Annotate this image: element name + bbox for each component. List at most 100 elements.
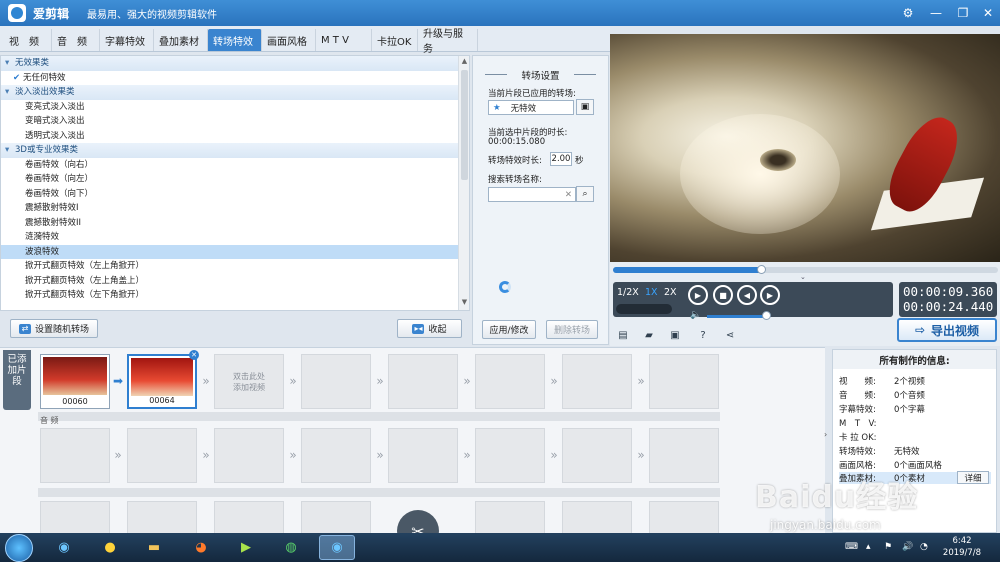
effect-item[interactable]: 变亮式淡入淡出 bbox=[1, 100, 459, 115]
audio-slot[interactable] bbox=[388, 428, 458, 483]
clear-icon[interactable]: ✕ bbox=[565, 190, 572, 200]
scroll-thumb[interactable] bbox=[461, 70, 468, 180]
detail-button[interactable]: 详细 bbox=[957, 471, 989, 484]
cube-icon[interactable]: ▣ bbox=[576, 99, 594, 115]
tab-transition[interactable]: 转场特效 bbox=[208, 29, 262, 51]
effect-item[interactable]: 掀开式翻页特效（左上角盖上） bbox=[1, 274, 459, 289]
tab-style[interactable]: 画面风格 bbox=[262, 29, 316, 51]
speed-1x-button[interactable]: 1X bbox=[645, 287, 658, 298]
transition-arrow-icon[interactable]: ➡ bbox=[112, 375, 124, 387]
empty-slot[interactable] bbox=[475, 501, 545, 534]
save-icon[interactable]: ▣ bbox=[668, 329, 682, 341]
close-button[interactable]: ✕ bbox=[977, 3, 999, 23]
flag-icon[interactable]: ⚑ bbox=[884, 542, 892, 552]
empty-slot[interactable] bbox=[649, 354, 719, 409]
collapse-button[interactable]: ▸◂ 收起 bbox=[397, 319, 462, 338]
seek-handle[interactable] bbox=[756, 265, 766, 274]
browser-icon[interactable]: ◍ bbox=[273, 535, 309, 560]
effect-item[interactable]: 卷画特效（向下） bbox=[1, 187, 459, 202]
remove-clip-icon[interactable]: ✕ bbox=[189, 350, 199, 360]
chevron-right-icon[interactable]: › bbox=[824, 430, 831, 439]
empty-slot[interactable] bbox=[40, 501, 110, 534]
volume-handle[interactable] bbox=[762, 311, 771, 320]
tab-overlay[interactable]: 叠加素材 bbox=[154, 29, 208, 51]
audio-slot[interactable] bbox=[127, 428, 197, 483]
keyboard-icon[interactable]: ⌨ bbox=[845, 542, 858, 552]
frame-stepper[interactable] bbox=[616, 304, 672, 314]
tab-subtitle[interactable]: 字幕特效 bbox=[100, 29, 154, 51]
effect-item[interactable]: 震撼散射特效II bbox=[1, 216, 459, 231]
aijianji-taskbar-icon[interactable]: ◉ bbox=[319, 535, 355, 560]
category-row[interactable]: ▾ 淡入淡出效果类 bbox=[1, 85, 459, 100]
apply-button[interactable]: 应用/修改 bbox=[482, 320, 536, 339]
effect-item[interactable]: 卷画特效（向左） bbox=[1, 172, 459, 187]
network-icon[interactable]: ◔ bbox=[920, 542, 928, 552]
tab-audio[interactable]: 音 频 bbox=[52, 29, 100, 51]
transition-arrow-icon[interactable]: » bbox=[200, 375, 212, 387]
add-video-slot[interactable]: 双击此处 添加视频 bbox=[214, 354, 284, 409]
firefox-icon[interactable]: ◕ bbox=[183, 535, 219, 560]
play-icon[interactable]: ▶ bbox=[688, 285, 708, 305]
volume-slider[interactable] bbox=[707, 315, 763, 318]
effect-item[interactable]: 涟漪特效 bbox=[1, 230, 459, 245]
scroll-up-icon[interactable]: ▲ bbox=[460, 57, 469, 67]
maximize-button[interactable]: ❐ bbox=[952, 3, 974, 23]
audio-slot[interactable] bbox=[214, 428, 284, 483]
empty-slot[interactable] bbox=[649, 501, 719, 534]
effect-item[interactable]: 震撼散射特效I bbox=[1, 201, 459, 216]
chevron-down-icon[interactable]: ⌄ bbox=[800, 273, 806, 281]
effect-item[interactable]: 掀开式翻页特效（左上角掀开） bbox=[1, 259, 459, 274]
category-row[interactable]: ▾ 3D或专业效果类 bbox=[1, 143, 459, 158]
tray-up-icon[interactable]: ▴ bbox=[866, 542, 871, 552]
empty-slot[interactable] bbox=[562, 501, 632, 534]
effect-item-selected[interactable]: 波浪特效 bbox=[1, 244, 459, 259]
clip-thumbnail[interactable]: 00060 bbox=[40, 354, 110, 409]
audio-slot[interactable] bbox=[562, 428, 632, 483]
effect-item[interactable]: 变暗式淡入淡出 bbox=[1, 114, 459, 129]
audio-slot[interactable] bbox=[301, 428, 371, 483]
search-input[interactable]: ✕ bbox=[488, 187, 576, 202]
settings-icon[interactable]: ⚙ bbox=[897, 3, 919, 23]
delete-transition-button[interactable]: 删除转场 bbox=[546, 320, 598, 339]
empty-slot[interactable] bbox=[388, 354, 458, 409]
clip-thumbnail-selected[interactable]: 00064 bbox=[127, 354, 197, 409]
empty-slot[interactable] bbox=[214, 501, 284, 534]
video-preview[interactable] bbox=[610, 34, 1000, 262]
previous-frame-icon[interactable]: ◀ bbox=[737, 285, 757, 305]
effect-item[interactable]: 卷画特效（向右） bbox=[1, 158, 459, 173]
tab-karaoke[interactable]: 卡拉OK bbox=[372, 29, 418, 51]
effect-duration-input[interactable]: 2.00 bbox=[550, 152, 572, 166]
audio-slot[interactable] bbox=[649, 428, 719, 483]
start-button[interactable] bbox=[5, 534, 33, 562]
tab-upgrade[interactable]: 升级与服务 bbox=[418, 29, 478, 55]
volume-icon[interactable]: 🔈 bbox=[690, 310, 701, 320]
empty-slot[interactable] bbox=[301, 354, 371, 409]
list-scrollbar[interactable]: ▲ ▼ bbox=[458, 56, 469, 310]
empty-slot[interactable] bbox=[475, 354, 545, 409]
effect-item[interactable]: 透明式淡入淡出 bbox=[1, 129, 459, 144]
open-folder-icon[interactable]: ▰ bbox=[642, 329, 656, 341]
stop-icon[interactable]: ■ bbox=[713, 285, 733, 305]
category-row[interactable]: ▾ 无效果类 bbox=[1, 56, 459, 71]
scroll-down-icon[interactable]: ▼ bbox=[460, 298, 469, 308]
search-icon[interactable]: ⌕ bbox=[576, 186, 594, 202]
player-app-icon[interactable]: ▶ bbox=[228, 535, 264, 560]
empty-slot[interactable] bbox=[301, 501, 371, 534]
next-frame-icon[interactable]: ▶ bbox=[760, 285, 780, 305]
audio-slot[interactable] bbox=[475, 428, 545, 483]
speed-half-button[interactable]: 1/2X bbox=[617, 287, 639, 298]
file-explorer-icon[interactable]: ▬ bbox=[136, 535, 172, 560]
volume-tray-icon[interactable]: 🔊 bbox=[902, 542, 913, 552]
effect-item[interactable]: ✔ 无任何特效 bbox=[1, 71, 459, 86]
media-app-icon[interactable]: ◉ bbox=[46, 535, 82, 560]
tab-mtv[interactable]: M T V bbox=[316, 29, 372, 51]
help-icon[interactable]: ? bbox=[696, 329, 710, 341]
new-project-icon[interactable]: ▤ bbox=[616, 329, 630, 341]
clock[interactable]: 6:42 2019/7/8 bbox=[940, 535, 984, 559]
speed-2x-button[interactable]: 2X bbox=[664, 287, 677, 298]
export-video-button[interactable]: ⇨ 导出视频 bbox=[897, 318, 997, 342]
random-transition-button[interactable]: ⇄ 设置随机转场 bbox=[10, 319, 98, 338]
audio-slot[interactable] bbox=[40, 428, 110, 483]
empty-slot[interactable] bbox=[562, 354, 632, 409]
tab-video[interactable]: 视 频 bbox=[4, 29, 52, 51]
